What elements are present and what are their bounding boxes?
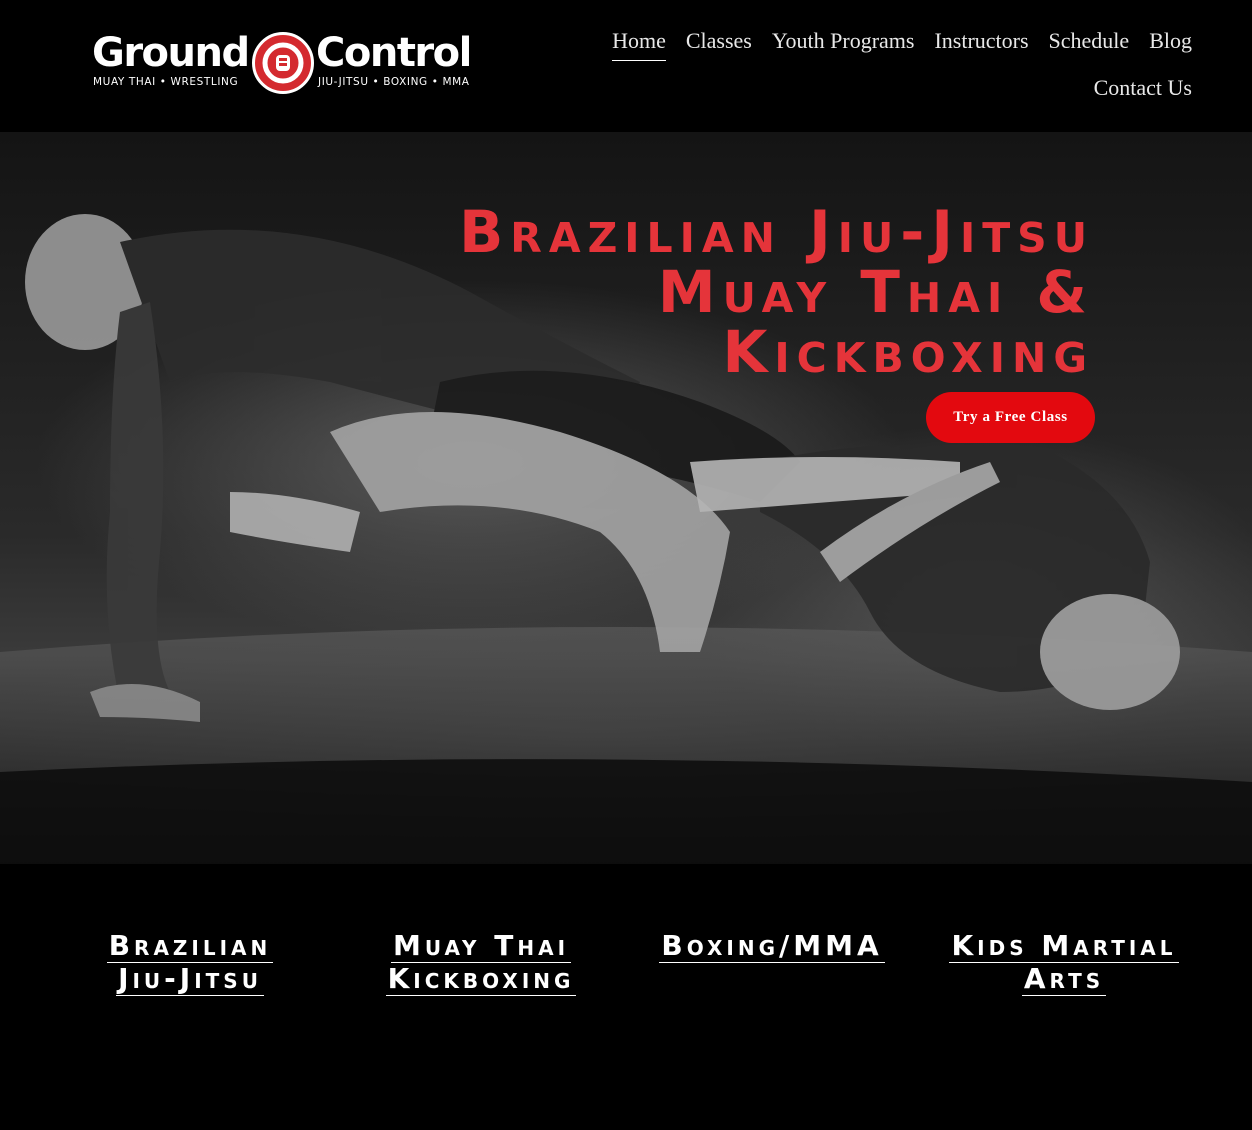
try-free-class-button[interactable]: Try a Free Class [926, 392, 1095, 443]
nav-classes[interactable]: Classes [686, 26, 752, 61]
hero-title-line-1: Brazilian Jiu-Jitsu [459, 198, 1094, 266]
hero-title: Brazilian Jiu-Jitsu Muay Thai & Kickboxi… [459, 202, 1094, 382]
program-link-label: Jiu-Jitsu [116, 962, 264, 996]
nav-home[interactable]: Home [612, 26, 666, 61]
program-link-label: Boxing/MMA [659, 929, 885, 963]
hero-title-line-3: Kickboxing [722, 318, 1094, 386]
program-link-muay-thai-kickboxing[interactable]: Muay Thai Kickboxing [372, 930, 590, 996]
program-link-label: Kickboxing [385, 962, 577, 996]
fist-emblem-icon [252, 32, 314, 94]
nav-contact-us[interactable]: Contact Us [1094, 73, 1192, 107]
program-link-brazilian-jiu-jitsu[interactable]: Brazilian Jiu-Jitsu [100, 930, 280, 996]
program-link-label: Brazilian [106, 929, 274, 963]
hero-banner: Brazilian Jiu-Jitsu Muay Thai & Kickboxi… [0, 132, 1252, 864]
program-link-label: Muay Thai [390, 929, 572, 963]
program-link-boxing-mma[interactable]: Boxing/MMA [652, 930, 892, 963]
program-link-kids-martial-arts[interactable]: Kids Martial Arts [936, 930, 1192, 996]
program-link-label: Kids Martial [949, 929, 1179, 963]
site-header: Ground Control MUAY THAI • WRESTLING JIU… [0, 0, 1252, 132]
logo-word-left: Ground [92, 30, 250, 76]
logo-tagline-left: MUAY THAI • WRESTLING [93, 76, 239, 88]
ground-control-logo[interactable]: Ground Control MUAY THAI • WRESTLING JIU… [92, 30, 478, 96]
nav-blog[interactable]: Blog [1149, 26, 1192, 61]
logo-word-right: Control [316, 30, 472, 76]
main-navigation: Home Classes Youth Programs Instructors … [592, 26, 1192, 107]
program-links: Brazilian Jiu-Jitsu Muay Thai Kickboxing… [0, 930, 1252, 1030]
logo-tagline-right: JIU-JITSU • BOXING • MMA [318, 76, 470, 88]
nav-schedule[interactable]: Schedule [1049, 26, 1130, 61]
nav-youth-programs[interactable]: Youth Programs [772, 26, 915, 61]
nav-instructors[interactable]: Instructors [934, 26, 1028, 61]
hero-title-line-2: Muay Thai & [657, 258, 1094, 326]
program-link-label: Arts [1021, 962, 1107, 996]
